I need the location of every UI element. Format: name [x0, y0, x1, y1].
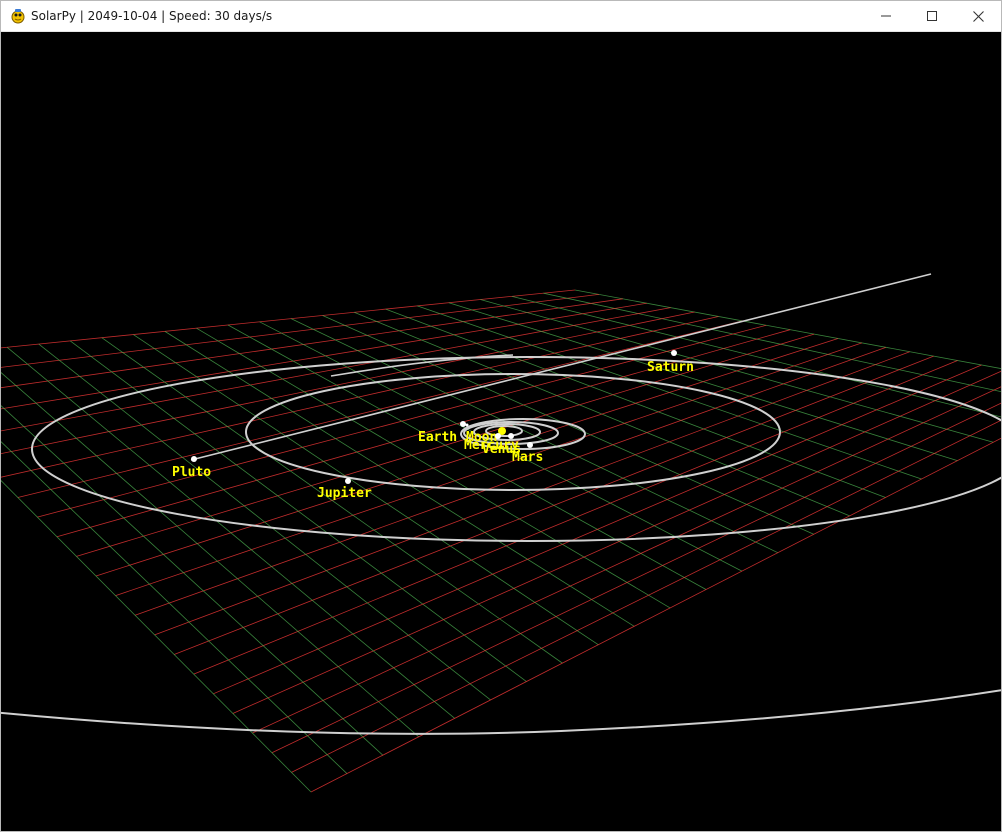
grid-line-red [1, 311, 695, 455]
app-window: SolarPy | 2049-10-04 | Speed: 30 days/s [0, 0, 1002, 832]
close-icon [972, 10, 984, 22]
grid-line-red [154, 351, 910, 636]
orbit-uranus [1, 689, 1001, 735]
grid-line-green [543, 292, 1001, 393]
grid-line-red [115, 342, 863, 597]
label-mars: Mars [512, 450, 543, 465]
grid-line-green [1, 405, 384, 756]
minimize-icon [881, 11, 891, 21]
minimize-button[interactable] [863, 1, 909, 31]
orbit-paths [1, 273, 1001, 735]
solar-system-scene[interactable]: Saturn Earth Moon Mercury Venus Mars Plu… [1, 32, 1001, 831]
3d-viewport[interactable]: Saturn Earth Moon Mercury Venus Mars Plu… [1, 32, 1001, 831]
orbit-jupiter [245, 373, 781, 491]
close-button[interactable] [955, 1, 1001, 31]
pygame-snake-icon [10, 8, 26, 24]
grid-line-red [1, 289, 576, 349]
label-pluto: Pluto [172, 465, 211, 480]
label-earth: Earth [418, 430, 457, 445]
grid-line-red [134, 346, 886, 616]
maximize-icon [927, 11, 937, 21]
planet-saturn[interactable]: Saturn [647, 350, 694, 375]
grid-line-red [193, 360, 958, 675]
grid-line-green [1, 441, 348, 774]
label-jupiter: Jupiter [317, 486, 372, 501]
grid-line-red [271, 402, 1001, 754]
maximize-button[interactable] [909, 1, 955, 31]
grid-line-red [310, 437, 1001, 793]
planet-pluto[interactable]: Pluto [172, 456, 211, 480]
label-saturn: Saturn [647, 360, 694, 375]
title-bar[interactable]: SolarPy | 2049-10-04 | Speed: 30 days/s [1, 1, 1001, 32]
window-title: SolarPy | 2049-10-04 | Speed: 30 days/s [31, 9, 273, 23]
